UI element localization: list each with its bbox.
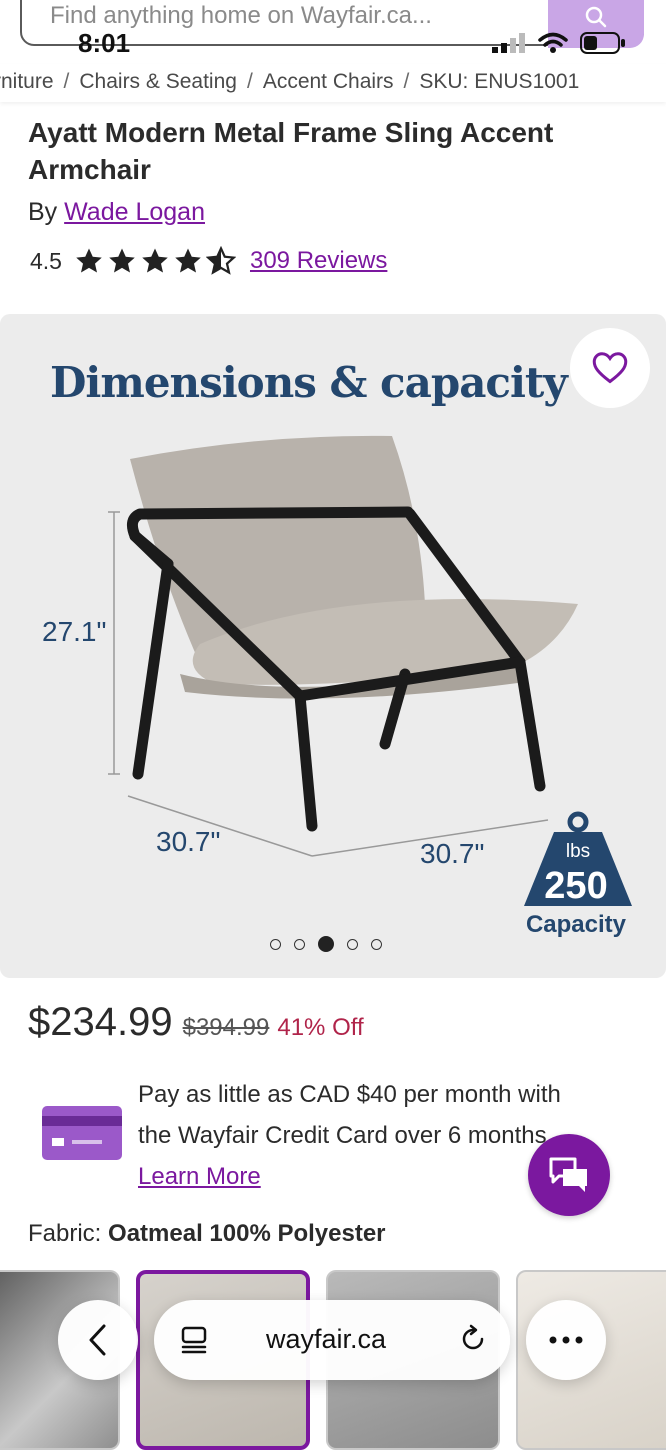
star-full-icon xyxy=(175,248,201,273)
browser-back-button[interactable] xyxy=(58,1300,138,1380)
battery-icon xyxy=(580,32,625,54)
breadcrumb-separator: / xyxy=(403,70,410,93)
learn-more-link[interactable]: Learn More xyxy=(138,1163,261,1190)
star-full-icon xyxy=(76,248,102,273)
gallery-dot[interactable] xyxy=(371,938,382,950)
breadcrumb-item-furniture[interactable]: rniture xyxy=(0,70,54,93)
price-row: $234.99 $394.99 41% Off xyxy=(28,1000,364,1045)
gallery-pagination[interactable] xyxy=(270,936,382,952)
breadcrumb: rniture / Chairs & Seating / Accent Chairs / S… xyxy=(0,64,666,102)
page-menu-icon xyxy=(181,1326,207,1354)
gallery-dot[interactable] xyxy=(294,938,305,950)
breadcrumb-item-accent-chairs[interactable]: Accent Chairs xyxy=(263,70,394,93)
star-rating xyxy=(74,246,236,276)
rating-value: 4.5 xyxy=(30,247,62,274)
breadcrumb-item-chairs-seating[interactable]: Chairs & Seating xyxy=(79,70,237,93)
search-input[interactable]: Find anything home on Wayfair.ca... xyxy=(50,2,432,30)
capacity-label: Capacity xyxy=(526,911,627,938)
gallery-heading: Dimensions & capacity xyxy=(50,358,568,407)
credit-card-icon xyxy=(42,1106,122,1160)
status-icons xyxy=(492,32,626,54)
capacity-badge: lbs 250 Capacity xyxy=(524,811,632,938)
browser-url: wayfair.ca xyxy=(266,1324,387,1354)
chevron-left-icon xyxy=(89,1324,106,1356)
wifi-icon xyxy=(538,32,568,53)
depth-dimension: 30.7" xyxy=(420,838,485,869)
reload-icon[interactable] xyxy=(458,1324,488,1354)
search-icon xyxy=(585,6,607,28)
credit-promo-line1: Pay as little as CAD $40 per month with xyxy=(138,1081,561,1108)
status-time: 8:01 xyxy=(78,28,131,58)
brand-line: By Wade Logan xyxy=(28,198,205,227)
star-half-icon xyxy=(205,246,236,275)
rating-row: 4.5 309 Reviews xyxy=(30,246,387,276)
breadcrumb-separator: / xyxy=(63,70,70,93)
favorite-button[interactable] xyxy=(570,328,650,408)
gallery-dot[interactable] xyxy=(347,938,358,950)
gallery-dot[interactable] xyxy=(270,938,281,950)
browser-more-button[interactable] xyxy=(526,1300,606,1380)
breadcrumb-sku: SKU: ENUS1001 xyxy=(419,70,580,93)
width-dimension: 30.7" xyxy=(156,826,221,857)
fabric-selection: Fabric: Oatmeal 100% Polyester xyxy=(28,1220,386,1248)
cellular-signal-icon xyxy=(492,33,525,53)
height-dimension: 27.1" xyxy=(42,616,107,647)
fabric-value: Oatmeal 100% Polyester xyxy=(108,1220,386,1247)
breadcrumb-separator: / xyxy=(246,70,253,93)
original-price: $394.99 xyxy=(182,1014,270,1041)
star-full-icon xyxy=(109,248,135,273)
by-prefix: By xyxy=(28,198,58,226)
gallery-dot-active[interactable] xyxy=(318,936,334,952)
heart-icon xyxy=(592,352,628,384)
fabric-label: Fabric: xyxy=(28,1220,102,1247)
chat-button[interactable] xyxy=(528,1134,610,1216)
reviews-link[interactable]: 309 Reviews xyxy=(250,247,387,275)
capacity-value: 250 xyxy=(544,865,607,907)
brand-link[interactable]: Wade Logan xyxy=(64,198,205,226)
chat-icon xyxy=(549,1157,587,1192)
product-image-gallery[interactable]: Dimensions & capacity 27.1" 30.7" 30.7" … xyxy=(0,314,666,978)
star-full-icon xyxy=(142,248,168,273)
capacity-unit: lbs xyxy=(566,841,590,862)
browser-address-bar[interactable]: wayfair.ca xyxy=(154,1300,510,1380)
more-icon xyxy=(549,1336,583,1344)
product-title: Ayatt Modern Metal Frame Sling Accent Ar… xyxy=(28,117,554,185)
sale-price: $234.99 xyxy=(28,1000,173,1044)
discount-badge: 41% Off xyxy=(277,1014,364,1041)
